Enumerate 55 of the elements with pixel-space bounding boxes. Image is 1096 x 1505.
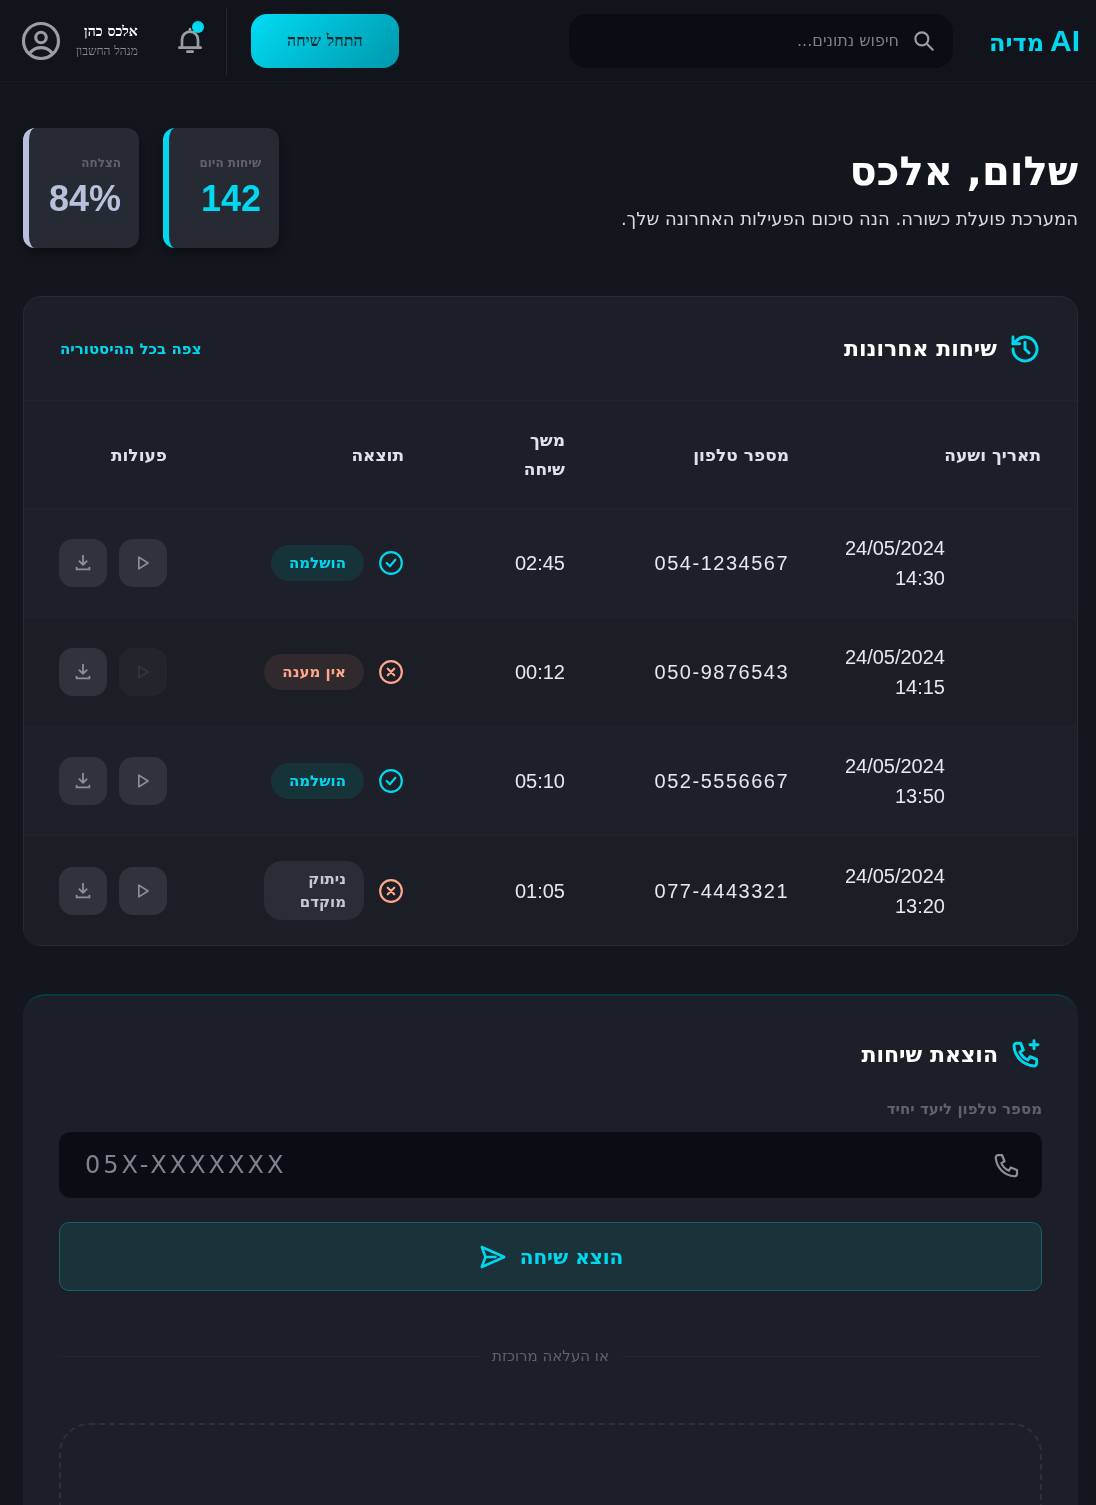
card-title: שיחות אחרונות [844,336,997,361]
result-badge: ניתוק מוקדם [264,861,364,920]
card-title: הוצאת שיחות [861,1041,998,1067]
column-header: משך שיחה [522,428,565,481]
result-badge: הושלמה [270,762,364,800]
duration-cell-text: 01:05 [513,878,565,904]
stat-value: 84% [47,178,121,220]
phone-cell-text: 052-5556667 [653,769,789,794]
download-button[interactable] [59,757,107,805]
check-circle-icon [378,768,404,794]
column-header: מספר טלפון [692,444,789,465]
date-time-cell-text: 24/05/2024 14:30 [843,536,945,591]
column-header: תוצאה [350,444,404,465]
duration-cell-text: 05:10 [513,769,565,794]
search-input[interactable]: חיפוש נתונים... [620,30,901,51]
stat-value: 142 [199,178,261,220]
column-header: תאריך ושעה [943,444,1041,465]
stat-label: הצלחה [80,156,121,170]
field-label: מספר טלפון ליעד יחיד [885,1100,1042,1118]
greeting-title: שלום, אלכס [848,147,1078,194]
phone-field[interactable]: 05X-XXXXXXX [59,1132,1042,1199]
stat-label: שיחות היום [198,156,261,170]
place-call-button[interactable]: הוצא שיחה [59,1222,1042,1291]
column-header: פעולות [109,444,167,465]
download-button[interactable] [59,648,107,696]
duration-cell-text: 00:12 [513,660,565,685]
phone-plus-icon [1010,1038,1042,1070]
search-field[interactable]: חיפוש נתונים... [568,13,953,68]
x-circle-icon [378,877,404,904]
phone-cell-text: 050-9876543 [653,660,789,685]
result-badge: אין מענה [264,653,364,691]
divider-text: או העלאה מרוכזת [492,1347,609,1365]
date-time-cell-text: 24/05/2024 14:15 [843,645,945,700]
phone-cell-text: 077-4443321 [653,878,789,904]
user-name: אלכס כהן [83,22,138,40]
play-button[interactable] [119,539,167,587]
phone-input[interactable]: 05X-XXXXXXX [83,1150,992,1181]
start-call-button[interactable]: התחל שיחה [250,13,399,68]
play-button[interactable] [119,757,167,805]
logo-mark: AI [1050,23,1080,58]
date-time-cell-text: 24/05/2024 13:20 [843,863,945,919]
logo-name: מדיה [988,28,1044,57]
phone-cell-text: 054-1234567 [653,551,789,576]
x-circle-icon [378,659,404,685]
result-badge: הושלמה [270,544,364,582]
user-avatar-icon [20,19,62,62]
download-button[interactable] [59,866,107,915]
duration-cell-text: 02:45 [513,551,565,576]
date-time-cell-text: 24/05/2024 13:50 [843,754,945,809]
greeting-subtitle: המערכת פועלת כשורה. הנה סיכום הפעילות האחרונה שלך. [620,207,1078,229]
user-role: מנהל החשבון [76,43,138,59]
view-history-link[interactable]: צפה בכל ההיסטוריה [60,339,202,358]
play-button[interactable] [119,866,167,915]
download-button[interactable] [59,539,107,587]
check-circle-icon [378,550,404,576]
